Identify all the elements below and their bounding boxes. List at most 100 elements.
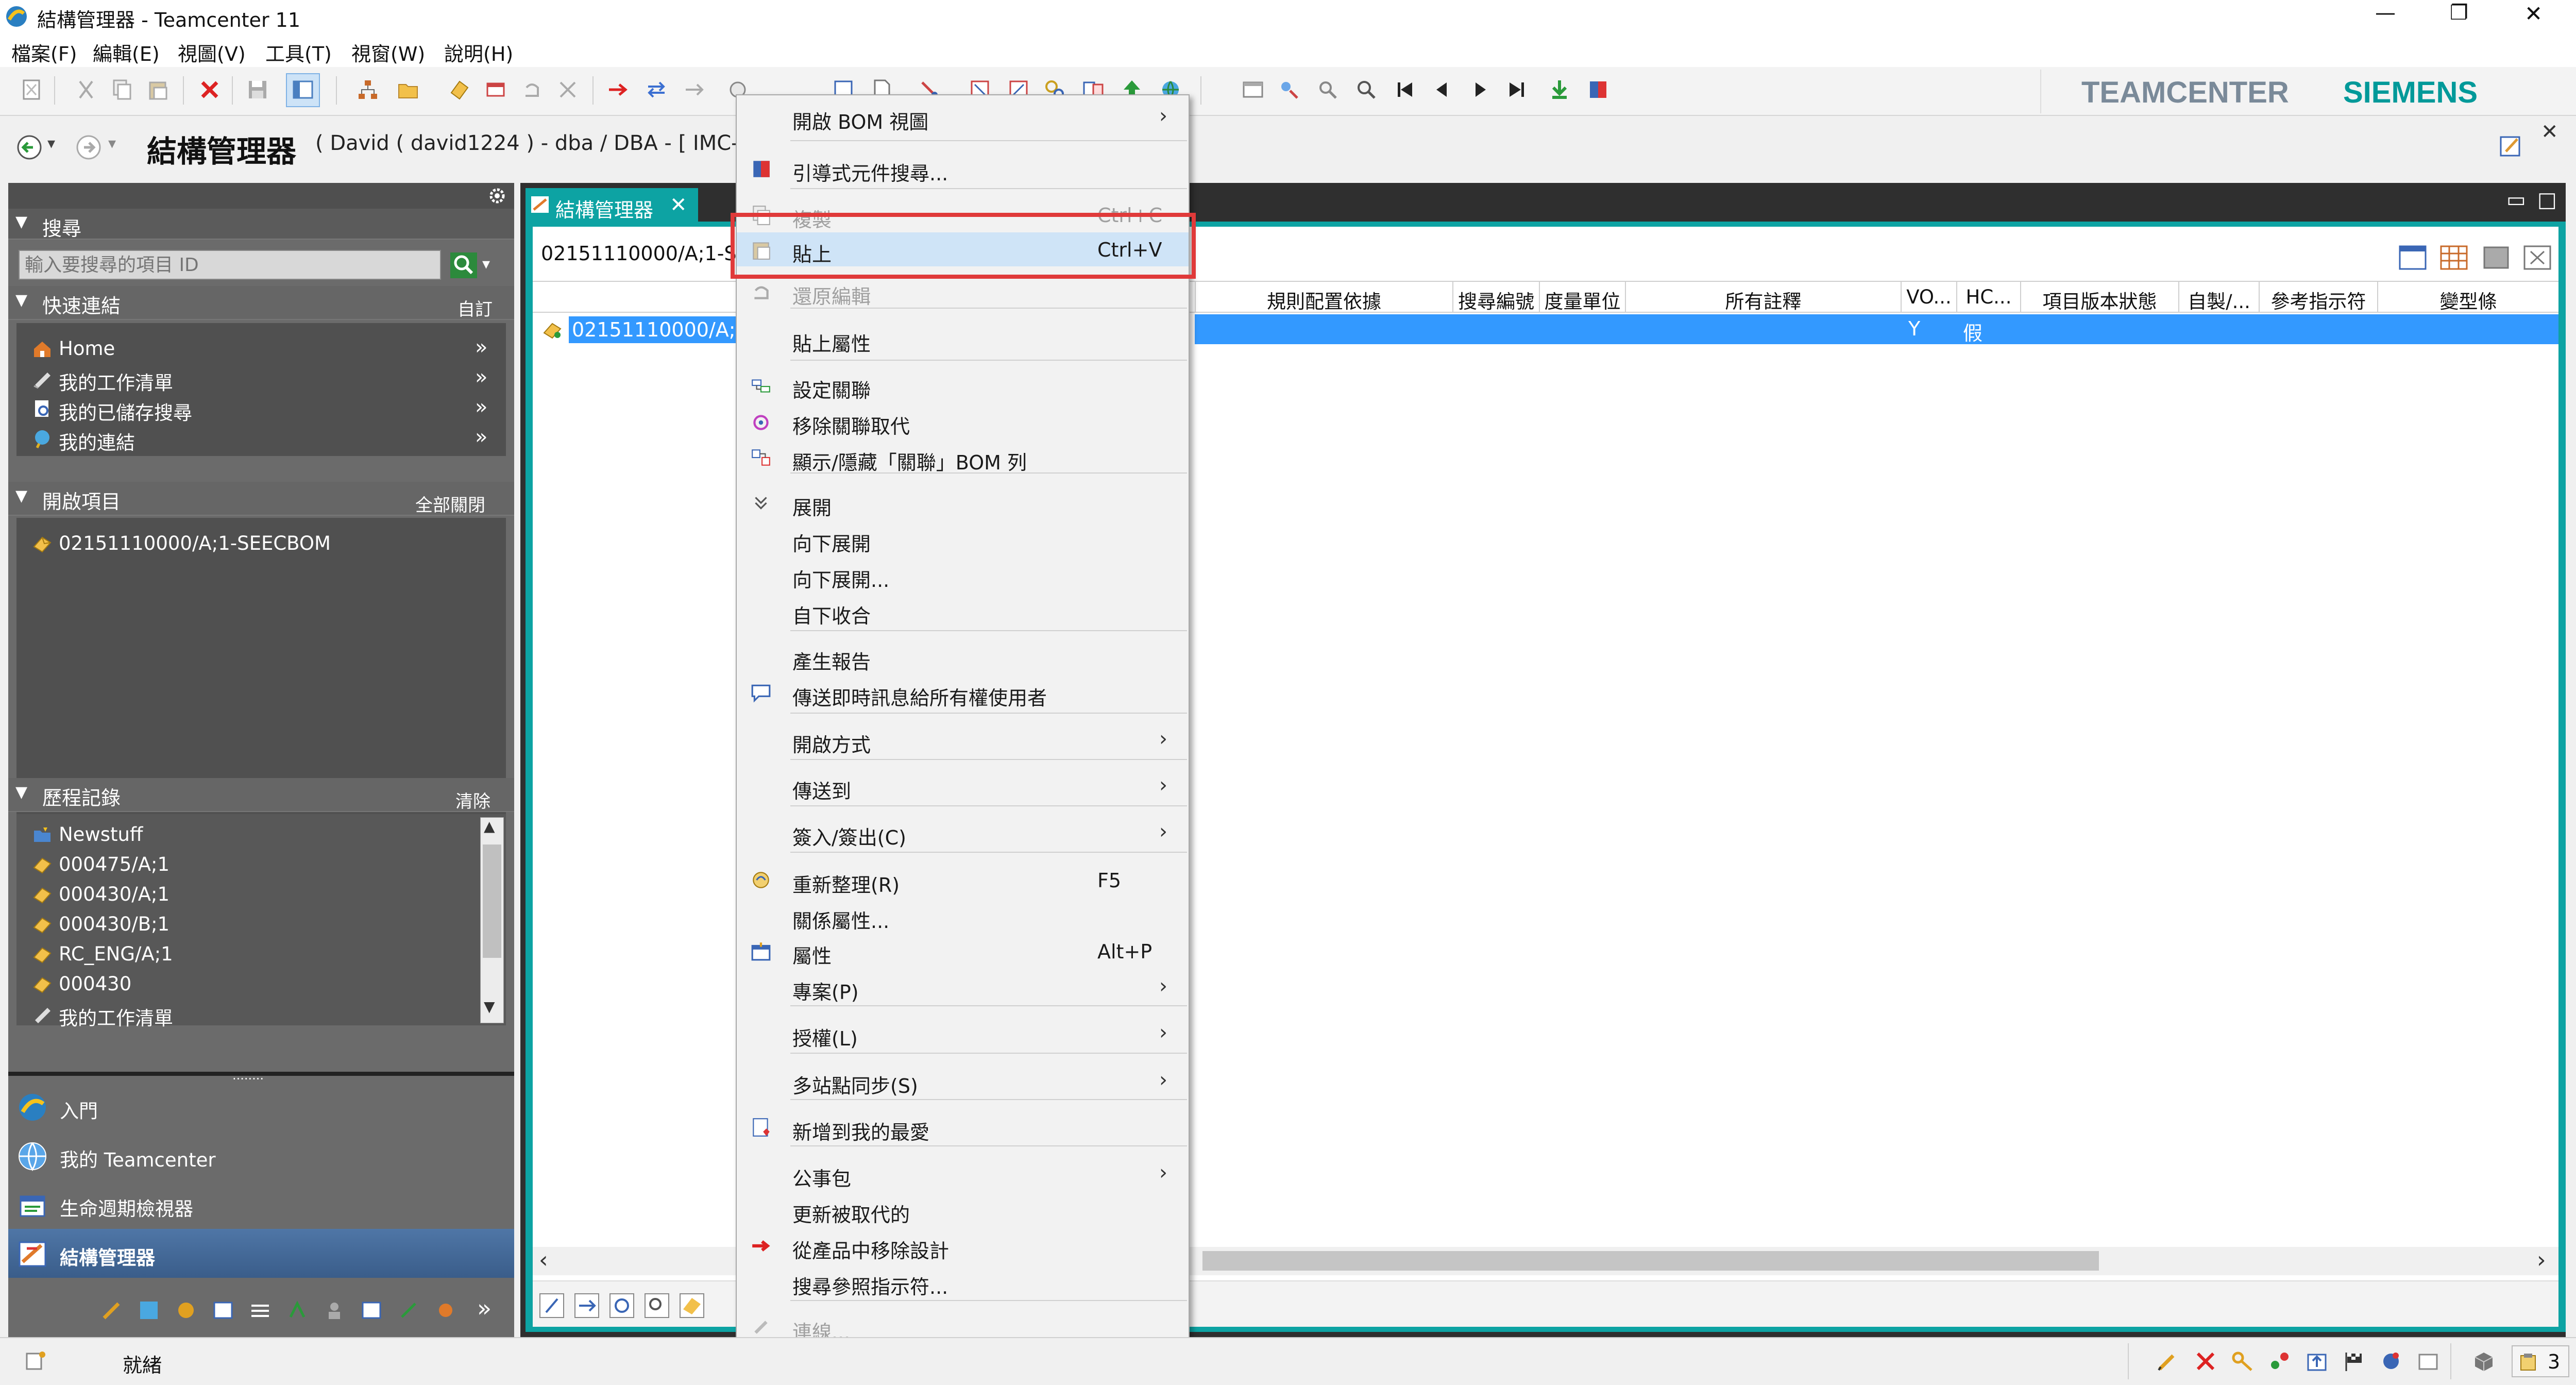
tab-structure-manager[interactable]: 結構管理器 ✕ [526, 188, 698, 222]
history-section-header[interactable]: ▼ 歷程記錄 清除 [8, 778, 514, 812]
column-header[interactable]: 參考指示符 [2259, 282, 2377, 312]
settings-gear-icon[interactable] [487, 186, 507, 206]
scroll-up-icon[interactable]: ▲ [484, 818, 495, 835]
status-window-icon[interactable] [25, 1349, 47, 1372]
menu-item-briefcase[interactable]: 公事包 › [737, 1157, 1189, 1192]
save-icon[interactable] [246, 78, 269, 101]
menu-item-relation-properties[interactable]: 關係屬性... [737, 899, 1189, 934]
item-icon[interactable] [448, 78, 471, 101]
manufacturing-icon[interactable] [285, 1298, 309, 1322]
clipboard-counter[interactable]: 3 [2512, 1345, 2569, 1377]
item-id-search-input[interactable] [19, 250, 441, 280]
menu-item-license[interactable]: 授權(L) › [737, 1017, 1189, 1052]
first-icon[interactable] [1394, 78, 1416, 101]
table-view-icon[interactable] [2439, 244, 2469, 271]
panel-resize-grip[interactable]: ........ [232, 1068, 264, 1083]
search-go-icon[interactable] [449, 251, 478, 279]
menu-item-send-to[interactable]: 傳送到 › [737, 769, 1189, 804]
column-header[interactable]: 度量單位 [1539, 282, 1625, 312]
quicklink-my-links[interactable]: 我的連結 » [16, 423, 506, 454]
forward-dropdown-icon[interactable]: ▾ [108, 134, 116, 153]
organization-icon[interactable] [323, 1298, 346, 1322]
history-item[interactable]: Newstuff [16, 819, 475, 849]
refresh-line-icon[interactable] [608, 1292, 636, 1320]
relation-icon[interactable] [2268, 1349, 2292, 1373]
quicklink-worklist[interactable]: 我的工作清單 » [16, 363, 506, 394]
undo-icon[interactable] [520, 78, 543, 101]
zoom-icon[interactable] [1355, 78, 1378, 101]
add-line-icon[interactable] [538, 1292, 566, 1320]
history-item[interactable]: 000430 [16, 969, 475, 999]
menu-item-set-relation[interactable]: 設定關聯 [737, 368, 1189, 403]
delete-icon[interactable] [198, 78, 221, 101]
remove-icon[interactable] [556, 78, 579, 101]
hierarchy-icon[interactable] [357, 78, 379, 101]
history-item[interactable]: 000475/A;1 [16, 849, 475, 879]
history-item[interactable]: 我的工作清單 [16, 999, 475, 1029]
notification-icon[interactable] [2416, 1349, 2440, 1373]
search-results-icon[interactable] [1316, 78, 1339, 101]
menu-file[interactable]: 檔案(F) [11, 38, 77, 66]
hscroll-thumb[interactable] [1202, 1251, 2099, 1271]
menu-item-paste-properties[interactable]: 貼上屬性 [737, 322, 1189, 357]
menu-tools[interactable]: 工具(T) [265, 38, 332, 66]
network-icon[interactable] [2379, 1349, 2403, 1373]
menu-item-search-reference-designators[interactable]: 搜尋參照指示符... [737, 1265, 1189, 1300]
menu-item-open-bom-view[interactable]: 開啟 BOM 視圖 › [737, 100, 1189, 135]
menu-item-remove-relation-substitute[interactable]: 移除關聯取代 [737, 404, 1189, 440]
viewer-icon[interactable] [2481, 244, 2511, 271]
open-items-section-header[interactable]: ▼ 開啟項目 全部關閉 [8, 482, 514, 516]
column-header[interactable]: 所有註釋 [1625, 282, 1901, 312]
arrow-right-icon[interactable] [607, 78, 630, 101]
nav-structure-manager[interactable]: 結構管理器 [8, 1229, 514, 1278]
back-icon[interactable] [15, 133, 43, 161]
item-line-icon[interactable] [678, 1292, 706, 1320]
pencil-icon[interactable] [2156, 1349, 2179, 1373]
column-header[interactable]: 規則配置依據 [1195, 282, 1452, 312]
paste-icon[interactable] [147, 78, 170, 101]
menu-item-multisite-sync[interactable]: 多站點同步(S) › [737, 1064, 1189, 1099]
find-line-icon[interactable] [643, 1292, 671, 1320]
column-header[interactable]: HC... [1956, 282, 2020, 312]
customize-link[interactable]: 自訂 [457, 295, 493, 320]
more-perspectives-icon[interactable]: » [477, 1294, 492, 1322]
expand-line-icon[interactable] [573, 1292, 601, 1320]
menu-item-project[interactable]: 專案(P) › [737, 970, 1189, 1005]
column-header[interactable]: 自製/... [2178, 282, 2259, 312]
tools-icon[interactable] [100, 1298, 124, 1322]
menu-item-guided-component-search[interactable]: 引導式元件搜尋... [737, 151, 1189, 187]
menu-item-generate-report[interactable]: 產生報告 [737, 640, 1189, 675]
tab-close-icon[interactable]: ✕ [670, 193, 687, 217]
revise-icon[interactable] [484, 78, 507, 101]
menu-window[interactable]: 視窗(W) [351, 38, 425, 66]
export-icon[interactable] [1587, 78, 1609, 101]
menu-item-collapse-below[interactable]: 自下收合 [737, 594, 1189, 629]
search-options-dropdown-icon[interactable]: ▾ [482, 255, 490, 273]
clear-history-link[interactable]: 清除 [455, 787, 490, 813]
minimize-button[interactable]: — [2375, 1, 2396, 25]
menu-item-check-in-out[interactable]: 簽入/簽出(C) › [737, 816, 1189, 851]
history-item[interactable]: 000430/B;1 [16, 909, 475, 939]
header-close-icon[interactable]: ✕ [2541, 120, 2558, 144]
minimize-view-icon[interactable]: ▭ [2506, 188, 2526, 212]
scroll-down-icon[interactable]: ▼ [484, 998, 495, 1015]
classification-icon[interactable] [137, 1298, 161, 1322]
menu-edit[interactable]: 編輯(E) [93, 38, 160, 66]
maximize-button[interactable]: ❐ [2450, 1, 2468, 25]
column-header[interactable]: 變型條 [2377, 282, 2558, 312]
where-used-icon[interactable] [1278, 78, 1300, 101]
column-header[interactable]: VO... [1901, 282, 1956, 312]
close-all-link[interactable]: 全部關閉 [415, 491, 485, 516]
last-icon[interactable] [1505, 78, 1528, 101]
maximize-view-icon[interactable]: □ [2537, 188, 2557, 212]
previous-icon[interactable] [1431, 78, 1454, 101]
key-icon[interactable] [2231, 1349, 2255, 1373]
menu-item-refresh[interactable]: 重新整理(R) F5 [737, 863, 1189, 898]
column-header[interactable]: 搜尋編號 [1452, 282, 1539, 312]
query-builder-icon[interactable] [211, 1298, 235, 1322]
cube-icon[interactable] [2472, 1349, 2496, 1373]
copy-icon[interactable] [111, 78, 133, 101]
link-icon[interactable] [683, 78, 705, 101]
window-icon[interactable] [1242, 78, 1264, 101]
cut-icon[interactable] [75, 78, 97, 101]
